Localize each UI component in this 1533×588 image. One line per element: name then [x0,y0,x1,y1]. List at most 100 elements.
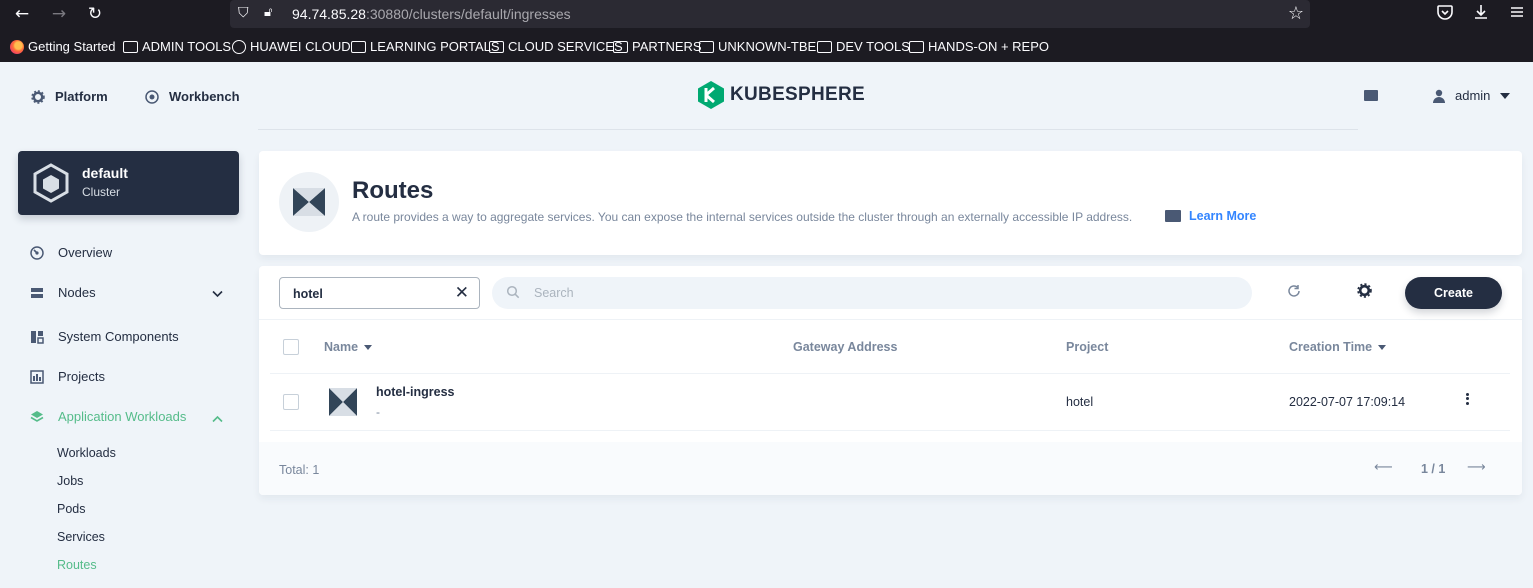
bookmark-unknown-tbe[interactable]: UNKNOWN-TBE [699,39,816,54]
components-icon [31,330,44,344]
previous-page-icon[interactable]: ⟵ [1374,460,1393,475]
page-description: A route provides a way to aggregate serv… [352,210,1133,224]
projects-icon [30,369,44,384]
firefox-icon [10,39,24,54]
folder-icon [489,40,504,53]
column-header-creation-time[interactable]: Creation Time [1289,340,1387,354]
kubesphere-logo[interactable]: KUBESPHERE [698,81,865,109]
column-header-project: Project [1066,340,1109,354]
refresh-icon [1288,285,1300,297]
bookmark-huawei-cloud[interactable]: HUAWEI CLOUD [232,39,351,54]
platform-link[interactable]: Platform [31,89,108,104]
page-title: Routes [352,177,434,204]
header-divider [258,129,1358,130]
learn-more-link[interactable]: Learn More [1165,209,1256,223]
browser-toolbar: ← → ↻ ⛉ 🔓︎ 94.74.85.28:30880/clusters/de… [0,0,1533,62]
chevron-up-icon[interactable] [212,415,223,423]
dashboard-icon [145,89,159,104]
table-footer: Total: 1 ⟵ 1 / 1 ⟶ [259,442,1522,495]
bookmarks-bar: Getting Started ADMIN TOOLS HUAWEI CLOUD… [0,36,1533,60]
route-alias: - [376,405,380,419]
sidebar-item-application-workloads[interactable]: Application Workloads [30,409,186,424]
settings-button[interactable] [1350,279,1378,307]
row-divider [270,430,1510,431]
appcenter-icon [30,410,44,422]
sidebar-item-system-components[interactable]: System Components [30,329,179,344]
sidebar-item-projects[interactable]: Projects [30,369,105,384]
user-icon [1433,89,1445,103]
page-banner: Routes A route provides a way to aggrega… [259,151,1522,255]
user-menu[interactable]: admin [1433,88,1511,103]
name-filter-tag[interactable]: hotel ✕ [279,277,480,309]
back-arrow-icon[interactable]: ← [11,3,33,25]
column-header-name[interactable]: Name [324,340,373,354]
folder-icon [123,40,138,53]
sidebar-item-overview[interactable]: Overview [30,245,112,260]
pocket-icon[interactable] [1434,3,1456,25]
route-name-link[interactable]: hotel-ingress [376,385,455,399]
gear-icon [31,89,45,104]
bookmark-star-icon[interactable]: ☆ [1288,3,1304,24]
sort-down-icon [364,344,373,350]
next-page-icon[interactable]: ⟶ [1467,460,1486,475]
nodes-icon [31,287,43,298]
chevron-down-icon[interactable] [212,290,223,298]
url-text[interactable]: 94.74.85.28:30880/clusters/default/ingre… [292,6,571,22]
cluster-icon [33,163,69,203]
creation-time-cell: 2022-07-07 17:09:14 [1289,395,1406,409]
cluster-card[interactable]: default Cluster [18,151,239,215]
sidebar-subitem-workloads[interactable]: Workloads [57,446,116,460]
routes-table-panel: hotel ✕ Search Create Name Gateway Addre… [259,266,1522,495]
page-indicator: 1 / 1 [1421,462,1446,476]
globe-icon [232,39,246,54]
workbench-link[interactable]: Workbench [145,89,240,104]
more-actions-icon[interactable] [1462,391,1472,409]
downloads-icon[interactable] [1470,3,1492,25]
table-toolbar: hotel ✕ Search Create [259,266,1522,320]
reload-icon[interactable]: ↻ [84,3,106,25]
shield-icon[interactable]: ⛉ [238,5,254,23]
create-button[interactable]: Create [1405,277,1502,309]
address-bar[interactable]: ⛉ 🔓︎ 94.74.85.28:30880/clusters/default/… [230,0,1310,28]
folder-icon [351,40,366,53]
search-input[interactable]: Search [492,277,1252,309]
column-header-gateway-address: Gateway Address [793,340,898,354]
bookmark-getting-started[interactable]: Getting Started [10,39,115,54]
route-icon [329,388,357,416]
filter-value: hotel [293,287,323,301]
sidebar-subitem-jobs[interactable]: Jobs [57,474,83,488]
folder-icon [699,40,714,53]
forward-arrow-icon[interactable]: → [48,3,70,25]
documentation-icon[interactable] [1364,90,1378,101]
refresh-button[interactable] [1280,279,1308,307]
route-icon [279,172,339,232]
header-divider [270,373,1510,374]
bookmark-dev-tools[interactable]: DEV TOOLS [817,39,910,54]
sidebar-subitem-services[interactable]: Services [57,530,105,544]
bookmark-hands-on-repo[interactable]: HANDS-ON + REPO [909,39,1049,54]
book-icon [1165,210,1181,222]
total-count: Total: 1 [279,463,320,477]
search-placeholder: Search [534,286,574,300]
clear-filter-icon[interactable]: ✕ [455,283,469,303]
bookmark-learning-portals[interactable]: LEARNING PORTALS [351,39,500,54]
gear-icon [1356,283,1372,298]
kubesphere-logo-icon [698,81,724,109]
insecure-lock-icon[interactable]: 🔓︎ [264,5,280,23]
bookmark-admin-tools[interactable]: ADMIN TOOLS [123,39,231,54]
sidebar-item-nodes[interactable]: Nodes [30,285,96,300]
cluster-kind: Cluster [82,185,121,199]
menu-icon[interactable] [1506,3,1528,25]
folder-icon [817,40,832,53]
app-header: Platform Workbench KUBESPHERE admin [0,62,1533,130]
select-all-checkbox[interactable] [283,339,299,355]
sidebar-subitem-pods[interactable]: Pods [57,502,86,516]
sidebar-subitem-routes[interactable]: Routes [57,558,97,572]
project-cell: hotel [1066,395,1094,409]
sort-down-icon [1378,344,1387,350]
bookmark-partners[interactable]: PARTNERS [613,39,702,54]
folder-icon [613,40,628,53]
cluster-name: default [82,165,128,181]
bookmark-cloud-services[interactable]: CLOUD SERVICES [489,39,623,54]
row-checkbox[interactable] [283,394,299,410]
